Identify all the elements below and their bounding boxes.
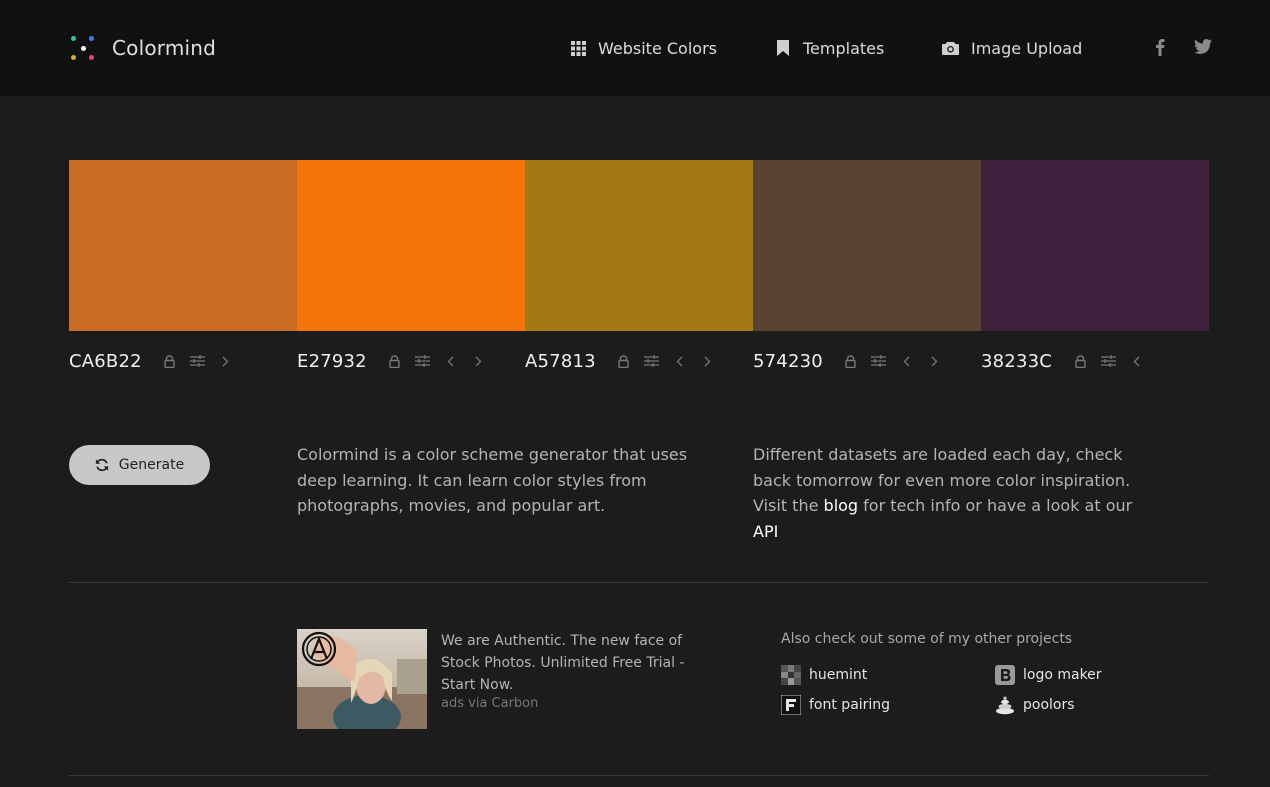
swatch-3[interactable]: [525, 160, 753, 331]
huemint-icon: [781, 665, 801, 685]
chevron-right-icon[interactable]: [212, 351, 240, 371]
facebook-icon: [1156, 39, 1165, 56]
chevron-left-icon[interactable]: [666, 351, 694, 371]
nav-label: Website Colors: [598, 38, 717, 58]
bookmark-icon: [777, 40, 789, 56]
project-font-pairing[interactable]: font pairing: [781, 695, 890, 715]
swatch-controls-2: E27932: [297, 348, 493, 374]
swatch-2[interactable]: [297, 160, 525, 331]
chevron-left-icon[interactable]: [437, 351, 465, 371]
chevron-left-icon[interactable]: [1122, 351, 1150, 371]
project-label: font pairing: [809, 697, 891, 713]
swatch-controls-5: 38233C: [981, 348, 1150, 374]
chevron-right-icon[interactable]: [465, 351, 493, 371]
nav-website-colors[interactable]: Website Colors: [571, 36, 717, 60]
hex-code[interactable]: 574230: [753, 351, 823, 372]
sliders-icon[interactable]: [409, 351, 437, 371]
lock-icon[interactable]: [1066, 351, 1094, 371]
datasets-text: Different datasets are loaded each day, …: [753, 442, 1153, 544]
hex-code[interactable]: CA6B22: [69, 351, 142, 372]
chevron-right-icon[interactable]: [921, 351, 949, 371]
projects-heading: Also check out some of my other projects: [781, 631, 1073, 647]
sliders-icon[interactable]: [1094, 351, 1122, 371]
poolors-icon: [995, 695, 1015, 715]
refresh-icon: [95, 458, 108, 472]
swatch-1[interactable]: [69, 160, 297, 331]
swatch-controls-1: CA6B22: [69, 348, 240, 374]
camera-icon: [942, 42, 959, 55]
project-label: logo maker: [1023, 667, 1102, 683]
project-huemint[interactable]: huemint: [781, 665, 867, 685]
divider: [69, 775, 1209, 776]
chevron-left-icon[interactable]: [893, 351, 921, 371]
lock-icon[interactable]: [837, 351, 865, 371]
datasets-text-middle: for tech info or have a look at our: [858, 496, 1133, 515]
sliders-icon[interactable]: [865, 351, 893, 371]
font-pairing-icon: [781, 695, 801, 715]
twitter-icon: [1194, 39, 1212, 54]
grid-icon: [571, 40, 586, 56]
top-bar: Colormind Website Colors Templates Image…: [0, 0, 1270, 96]
logo[interactable]: Colormind: [69, 34, 216, 62]
hex-code[interactable]: A57813: [525, 351, 596, 372]
project-logo-maker[interactable]: logo maker: [995, 665, 1102, 685]
nav-label: Templates: [803, 38, 885, 58]
lock-icon[interactable]: [381, 351, 409, 371]
logo-maker-icon: [995, 665, 1015, 685]
swatch-controls-4: 574230: [753, 348, 949, 374]
ad-via-carbon[interactable]: ads via Carbon: [441, 696, 538, 711]
ad-text[interactable]: We are Authentic. The new face of Stock …: [441, 630, 711, 696]
colormind-logo-icon: [69, 34, 97, 62]
lock-icon[interactable]: [610, 351, 638, 371]
facebook-link[interactable]: [1155, 38, 1165, 60]
nav-label: Image Upload: [971, 38, 1083, 58]
about-text: Colormind is a color scheme generator th…: [297, 445, 688, 515]
swatch-controls-3: A57813: [525, 348, 722, 374]
app-name: Colormind: [112, 36, 217, 60]
nav-image-upload[interactable]: Image Upload: [942, 36, 1082, 60]
ad-image[interactable]: [297, 629, 427, 729]
divider: [69, 582, 1209, 583]
sliders-icon[interactable]: [638, 351, 666, 371]
api-link[interactable]: API: [753, 522, 778, 541]
hex-code[interactable]: 38233C: [981, 351, 1052, 372]
swatch-4[interactable]: [753, 160, 981, 331]
palette-swatches: [69, 160, 1209, 331]
sliders-icon[interactable]: [184, 351, 212, 371]
lock-icon[interactable]: [156, 351, 184, 371]
project-label: poolors: [1023, 697, 1075, 713]
blog-link[interactable]: blog: [824, 496, 859, 515]
project-poolors[interactable]: poolors: [995, 695, 1075, 715]
hex-code[interactable]: E27932: [297, 351, 367, 372]
generate-label: Generate: [118, 457, 185, 473]
twitter-link[interactable]: [1194, 39, 1212, 58]
chevron-right-icon[interactable]: [694, 351, 722, 371]
swatch-5[interactable]: [981, 160, 1209, 331]
generate-button[interactable]: Generate: [69, 445, 210, 485]
nav-templates[interactable]: Templates: [777, 36, 884, 60]
project-label: huemint: [809, 667, 868, 683]
